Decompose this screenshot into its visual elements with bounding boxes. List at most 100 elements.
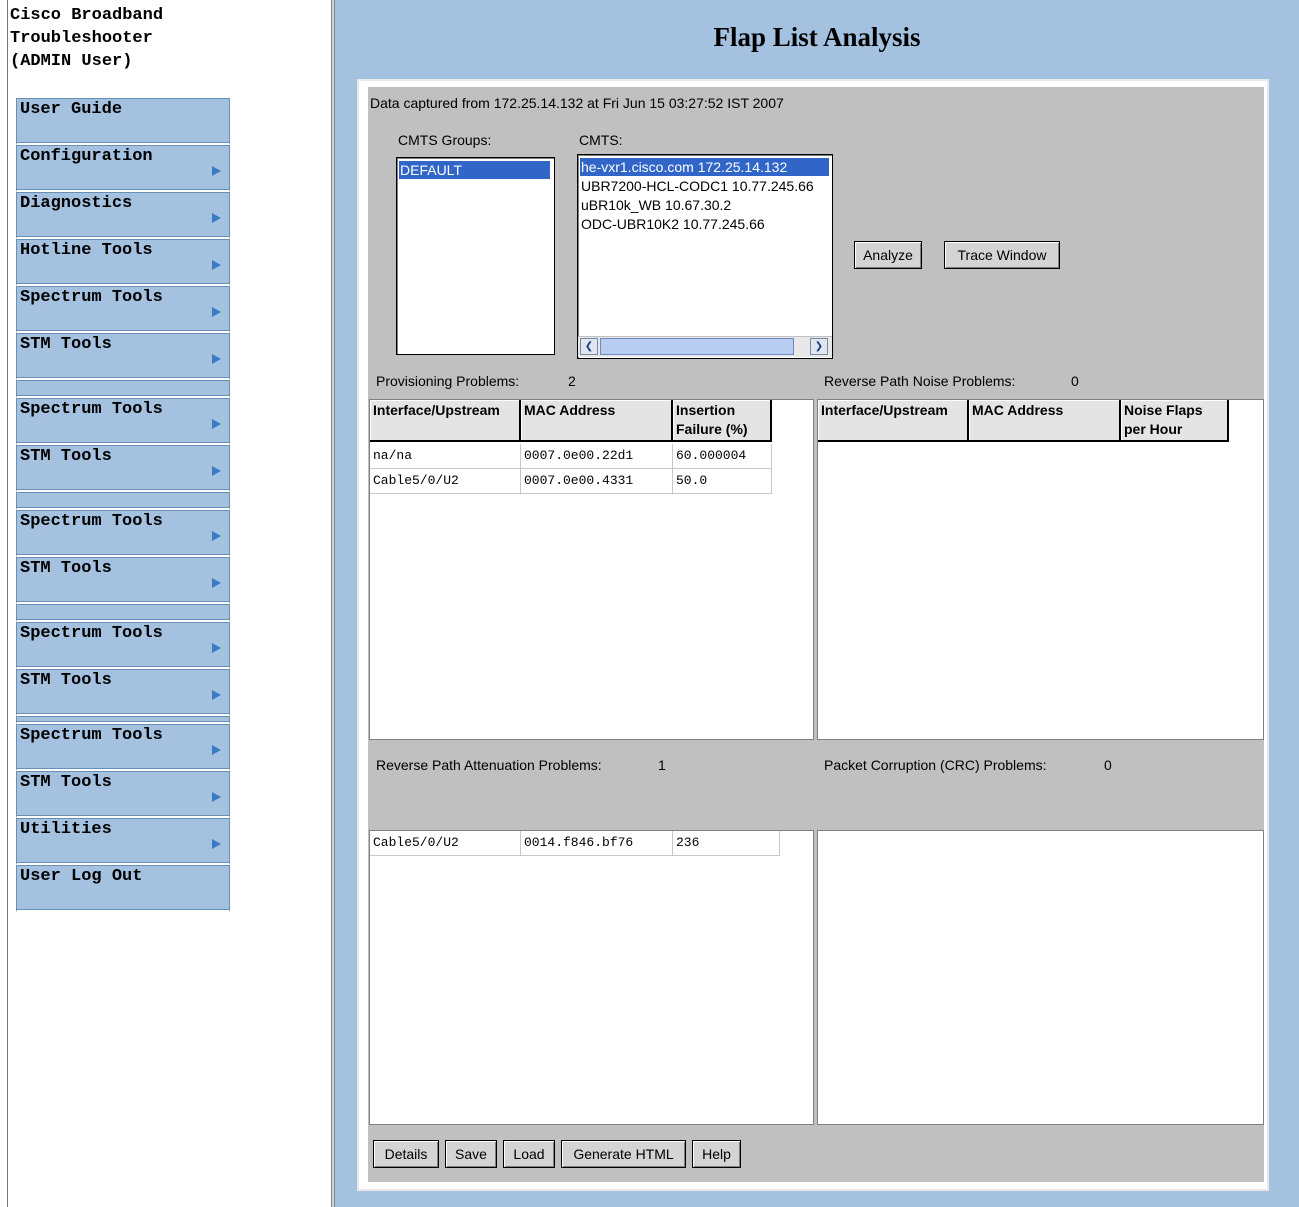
list-item[interactable]: uBR10k_WB 10.67.30.2 [580, 196, 829, 214]
submenu-arrow-icon [212, 578, 221, 588]
column-header[interactable]: MAC Address [969, 400, 1121, 442]
sidebar-item-label: Diagnostics [20, 194, 133, 213]
submenu-arrow-icon [212, 166, 221, 176]
sidebar-item-spectrum-tools[interactable]: Spectrum Tools [16, 622, 230, 669]
generate-html-button[interactable]: Generate HTML [561, 1140, 686, 1168]
scroll-left-icon[interactable]: ❮ [580, 338, 598, 355]
crc-problems-label: Packet Corruption (CRC) Problems: [824, 757, 1047, 773]
submenu-arrow-icon [212, 839, 221, 849]
sidebar-item-label: STM Tools [20, 335, 112, 354]
sidebar-item-stm-tools[interactable]: STM Tools [16, 669, 230, 716]
cmts-groups-list[interactable]: DEFAULT [396, 157, 555, 355]
sidebar-item-diagnostics[interactable]: Diagnostics [16, 192, 230, 239]
table-cell[interactable]: na/na [370, 444, 521, 469]
noise-problems-label: Reverse Path Noise Problems: [824, 373, 1016, 389]
sidebar-item-user-log-out[interactable]: User Log Out [16, 865, 230, 912]
sidebar-item-label: Hotline Tools [20, 241, 153, 260]
details-button[interactable]: Details [373, 1140, 439, 1168]
sidebar-item-label: User Guide [20, 100, 123, 119]
submenu-arrow-icon [212, 466, 221, 476]
sidebar-item-spectrum-tools[interactable]: Spectrum Tools [16, 724, 230, 771]
scroll-right-icon[interactable]: ❯ [810, 338, 828, 355]
crc-table[interactable] [817, 830, 1264, 1125]
frame-edge [7, 0, 8, 1207]
table-cell[interactable]: 0014.f846.bf76 [521, 831, 673, 856]
sidebar-item-label: Spectrum Tools [20, 288, 163, 307]
list-item[interactable]: UBR7200-HCL-CODC1 10.77.245.66 [580, 177, 829, 195]
applet-container: Data captured from 172.25.14.132 at Fri … [357, 79, 1269, 1191]
sidebar-item-hotline-tools[interactable]: Hotline Tools [16, 239, 230, 286]
table-cell[interactable]: Cable5/0/U2 [370, 831, 521, 856]
sidebar-item-configuration[interactable]: Configuration [16, 145, 230, 192]
page-title: Flap List Analysis [713, 22, 921, 52]
sidebar-item-user-guide[interactable]: User Guide [16, 98, 230, 145]
sidebar-spacer [16, 604, 230, 622]
sidebar-item-label: Spectrum Tools [20, 400, 163, 419]
table-cell[interactable]: 236 [673, 831, 780, 856]
list-item[interactable]: ODC-UBR10K2 10.77.245.66 [580, 215, 829, 233]
sidebar-item-label: User Log Out [20, 867, 143, 886]
sidebar-item-stm-tools[interactable]: STM Tools [16, 557, 230, 604]
submenu-arrow-icon [212, 307, 221, 317]
main-frame: Flap List Analysis Data captured from 17… [335, 0, 1299, 1207]
sidebar-item-stm-tools[interactable]: STM Tools [16, 771, 230, 818]
sidebar-item-label: STM Tools [20, 447, 112, 466]
analyze-button[interactable]: Analyze [854, 241, 922, 269]
submenu-arrow-icon [212, 354, 221, 364]
trace-window-button[interactable]: Trace Window [944, 241, 1060, 269]
cmts-groups-label: CMTS Groups: [398, 132, 492, 148]
sidebar-item-spectrum-tools[interactable]: Spectrum Tools [16, 398, 230, 445]
sidebar-item-stm-tools[interactable]: STM Tools [16, 445, 230, 492]
table-cell[interactable]: 0007.0e00.4331 [521, 469, 673, 494]
scroll-thumb[interactable] [600, 338, 794, 355]
sidebar-item-label: Configuration [20, 147, 153, 166]
sidebar-spacer [16, 716, 230, 724]
submenu-arrow-icon [212, 745, 221, 755]
submenu-arrow-icon [212, 792, 221, 802]
sidebar-item-stm-tools[interactable]: STM Tools [16, 333, 230, 380]
load-button[interactable]: Load [503, 1140, 555, 1168]
submenu-arrow-icon [212, 643, 221, 653]
save-button[interactable]: Save [445, 1140, 497, 1168]
attenuation-problems-label: Reverse Path Attenuation Problems: [376, 757, 602, 773]
provisioning-table[interactable]: Interface/Upstream MAC Address Insertion… [369, 399, 814, 740]
column-header[interactable]: Noise Flaps per Hour [1121, 400, 1229, 442]
sidebar-spacer [16, 380, 230, 398]
sidebar-spacer [16, 492, 230, 510]
noise-problems-count: 0 [1071, 373, 1079, 389]
list-item[interactable]: DEFAULT [399, 161, 550, 179]
sidebar-frame: Cisco Broadband Troubleshooter (ADMIN Us… [0, 0, 331, 1207]
capture-info: Data captured from 172.25.14.132 at Fri … [370, 95, 784, 111]
column-header[interactable]: MAC Address [521, 400, 673, 442]
column-header[interactable]: Interface/Upstream [370, 400, 521, 442]
provisioning-problems-label: Provisioning Problems: [376, 373, 520, 389]
sidebar-item-spectrum-tools[interactable]: Spectrum Tools [16, 510, 230, 557]
column-header[interactable]: Insertion Failure (%) [673, 400, 772, 442]
table-cell[interactable]: 50.0 [673, 469, 772, 494]
submenu-arrow-icon [212, 690, 221, 700]
table-cell[interactable]: 0007.0e00.22d1 [521, 444, 673, 469]
sidebar-menu: User Guide Configuration Diagnostics Hot… [16, 98, 230, 912]
attenuation-problems-count: 1 [658, 757, 666, 773]
sidebar-item-label: Spectrum Tools [20, 726, 163, 745]
cmts-list-hscrollbar[interactable]: ❮ ❯ [578, 336, 832, 357]
noise-table[interactable]: Interface/Upstream MAC Address Noise Fla… [817, 399, 1264, 740]
column-header[interactable]: Interface/Upstream [818, 400, 969, 442]
cmts-label: CMTS: [579, 132, 623, 148]
table-cell[interactable]: 60.000004 [673, 444, 772, 469]
cmts-list[interactable]: he-vxr1.cisco.com 172.25.14.132 UBR7200-… [577, 154, 833, 359]
sidebar-item-utilities[interactable]: Utilities [16, 818, 230, 865]
sidebar-item-spectrum-tools[interactable]: Spectrum Tools [16, 286, 230, 333]
help-button[interactable]: Help [692, 1140, 741, 1168]
submenu-arrow-icon [212, 260, 221, 270]
list-item[interactable]: he-vxr1.cisco.com 172.25.14.132 [580, 158, 829, 176]
sidebar-item-label: STM Tools [20, 671, 112, 690]
sidebar-item-label: STM Tools [20, 559, 112, 578]
app-title: Cisco Broadband Troubleshooter (ADMIN Us… [10, 6, 164, 71]
table-cell[interactable]: Cable5/0/U2 [370, 469, 521, 494]
submenu-arrow-icon [212, 531, 221, 541]
sidebar-item-label: Spectrum Tools [20, 512, 163, 531]
attenuation-table[interactable]: Cable5/0/U2 0014.f846.bf76 236 [369, 830, 814, 1125]
sidebar-item-label: Spectrum Tools [20, 624, 163, 643]
crc-problems-count: 0 [1104, 757, 1112, 773]
